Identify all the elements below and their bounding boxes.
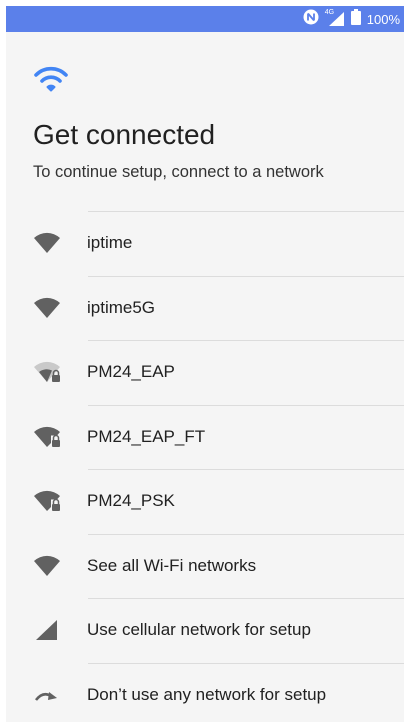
network-list: iptime iptime5G PM24_EAP PM24_EAP_FT PM2… xyxy=(6,211,404,722)
network-label: PM24_EAP xyxy=(87,362,175,382)
network-label: iptime5G xyxy=(87,297,156,317)
cellular-setup-item[interactable]: Use cellular network for setup xyxy=(6,598,404,663)
divider xyxy=(88,275,404,277)
network-item-pm24-eap-ft[interactable]: PM24_EAP_FT xyxy=(6,404,404,470)
network-label: See all Wi-Fi networks xyxy=(87,555,257,575)
divider xyxy=(88,533,404,535)
see-all-wifi-item[interactable]: See all Wi-Fi networks xyxy=(6,533,404,599)
page-subtitle: To continue setup, connect to a network xyxy=(33,163,324,181)
battery-icon xyxy=(350,8,361,30)
network-item-pm24-eap[interactable]: PM24_EAP xyxy=(6,340,404,405)
wifi-lock-icon xyxy=(32,489,62,513)
divider xyxy=(88,404,404,406)
network-label: PM24_PSK xyxy=(87,491,175,511)
skip-network-item[interactable]: Don’t use any network for setup xyxy=(6,662,404,723)
setup-screen: 4G 100% Get connected To continue setup,… xyxy=(6,6,404,722)
network-item-iptime5g[interactable]: iptime5G xyxy=(6,275,404,341)
battery-percentage: 100% xyxy=(366,11,400,27)
wifi-icon xyxy=(32,554,62,578)
nfc-icon xyxy=(303,9,319,30)
skip-arrow-icon xyxy=(32,683,62,707)
network-label: Use cellular network for setup xyxy=(87,620,311,640)
network-item-pm24-psk[interactable]: PM24_PSK xyxy=(6,469,404,534)
divider xyxy=(88,469,404,470)
status-bar: 4G 100% xyxy=(6,6,404,32)
network-label: Don’t use any network for setup xyxy=(87,684,327,704)
network-label: iptime xyxy=(87,233,133,253)
divider xyxy=(88,662,404,664)
wifi-icon xyxy=(32,296,62,320)
wifi-lock-icon xyxy=(32,425,62,449)
wifi-header-icon xyxy=(34,66,68,97)
divider xyxy=(88,340,404,341)
status-icons: 4G 100% xyxy=(303,6,400,32)
page-title: Get connected xyxy=(33,119,216,150)
divider xyxy=(88,598,404,599)
divider xyxy=(88,211,404,212)
wifi-lock-weak-icon xyxy=(32,360,62,384)
wifi-icon xyxy=(32,231,62,255)
cellular-icon xyxy=(32,618,62,642)
network-label: PM24_EAP_FT xyxy=(87,426,206,446)
network-item-iptime[interactable]: iptime xyxy=(6,211,404,276)
cellular-signal-icon: 4G xyxy=(325,9,345,27)
